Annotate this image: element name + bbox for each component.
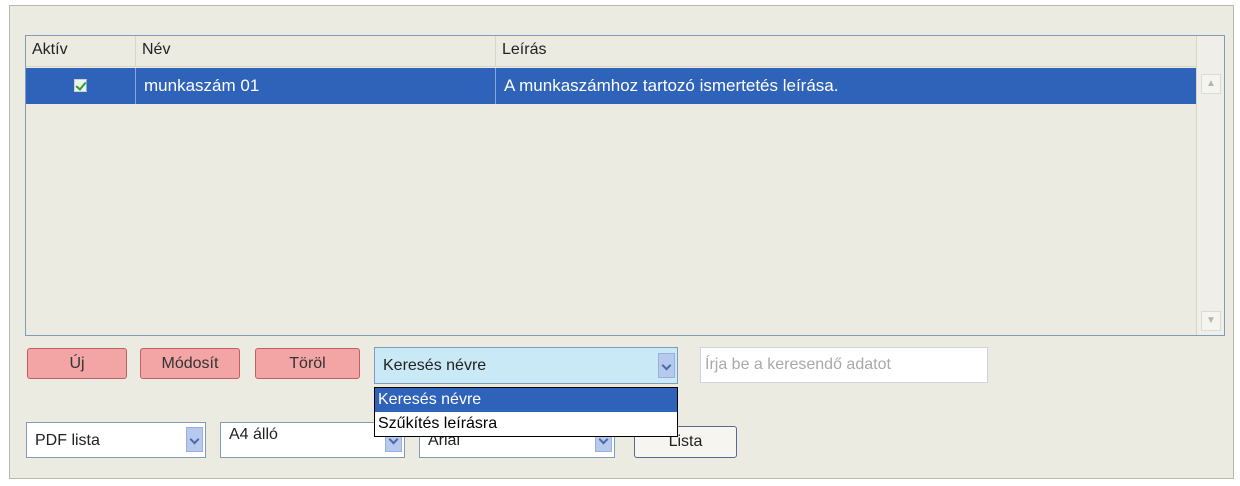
table-row[interactable]: munkaszám 01 A munkaszámhoz tartozó isme… bbox=[26, 68, 1198, 104]
column-header-name[interactable]: Név bbox=[136, 36, 496, 66]
report-type-value: PDF lista bbox=[35, 432, 100, 449]
modify-button[interactable]: Módosít bbox=[140, 348, 240, 379]
chevron-down-icon[interactable] bbox=[186, 427, 203, 452]
column-header-active[interactable]: Aktív bbox=[26, 36, 136, 66]
row-active-cell[interactable] bbox=[26, 68, 136, 104]
data-grid: Aktív Név Leírás munkaszám 01 A munkaszá… bbox=[25, 35, 1225, 336]
scroll-down-icon[interactable]: ▼ bbox=[1201, 311, 1221, 331]
dropdown-option-search-name[interactable]: Keresés névre bbox=[375, 388, 677, 412]
grid-header: Aktív Név Leírás bbox=[26, 36, 1198, 67]
chevron-down-icon[interactable] bbox=[658, 353, 675, 378]
report-type-select[interactable]: PDF lista bbox=[26, 422, 206, 458]
search-mode-value: Keresés névre bbox=[383, 357, 487, 374]
scroll-up-icon[interactable]: ▲ bbox=[1201, 74, 1221, 94]
column-header-description[interactable]: Leírás bbox=[496, 36, 1198, 66]
search-input[interactable]: Írja be a keresendő adatot bbox=[700, 347, 988, 383]
row-description-cell: A munkaszámhoz tartozó ismertetés leírás… bbox=[504, 76, 839, 95]
row-name-cell: munkaszám 01 bbox=[136, 68, 496, 104]
search-mode-dropdown: Keresés névre Szűkítés leírásra bbox=[374, 387, 678, 437]
search-mode-select[interactable]: Keresés névre bbox=[374, 347, 678, 384]
paper-value: A4 álló bbox=[229, 426, 278, 443]
dropdown-option-filter-description[interactable]: Szűkítés leírásra bbox=[375, 412, 677, 436]
vertical-scrollbar[interactable]: ▲ ▼ bbox=[1196, 36, 1224, 335]
active-checkbox[interactable] bbox=[74, 79, 87, 92]
delete-button[interactable]: Töröl bbox=[255, 348, 360, 379]
new-button[interactable]: Új bbox=[27, 348, 127, 379]
